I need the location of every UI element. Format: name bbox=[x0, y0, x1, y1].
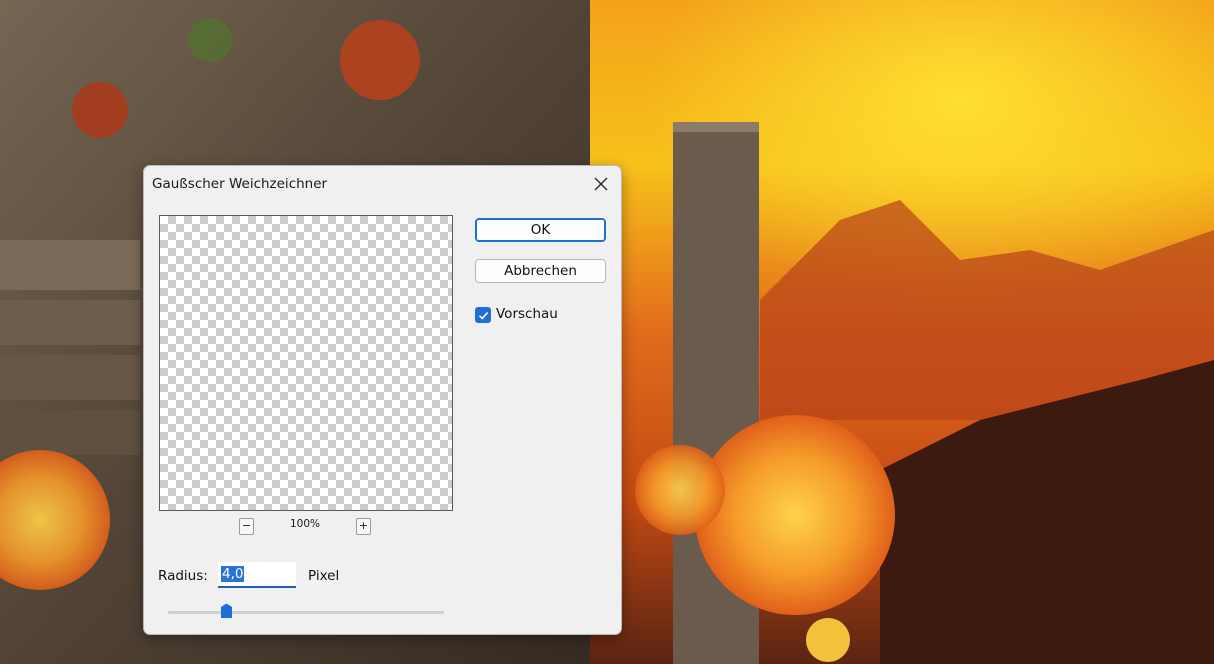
zoom-out-button[interactable]: − bbox=[239, 518, 254, 535]
close-icon bbox=[594, 177, 608, 191]
preview-label: Vorschau bbox=[496, 306, 558, 322]
radius-label: Radius: bbox=[158, 568, 208, 584]
dialog-title: Gaußscher Weichzeichner bbox=[152, 176, 328, 192]
radius-slider[interactable] bbox=[168, 611, 444, 614]
preview-canvas[interactable] bbox=[159, 215, 453, 511]
preview-checkbox[interactable] bbox=[475, 307, 491, 323]
ok-button[interactable]: OK bbox=[475, 218, 606, 242]
zoom-in-button[interactable]: + bbox=[356, 518, 371, 535]
radius-unit: Pixel bbox=[308, 568, 340, 584]
checkmark-icon bbox=[478, 311, 488, 320]
zoom-level: 100% bbox=[289, 518, 321, 530]
slider-thumb-icon[interactable] bbox=[220, 603, 233, 619]
cancel-button[interactable]: Abbrechen bbox=[475, 259, 606, 283]
gaussian-blur-dialog: Gaußscher Weichzeichner − 100% + OK Abbr… bbox=[143, 165, 622, 635]
close-button[interactable] bbox=[587, 170, 615, 198]
radius-value: 4,0 bbox=[221, 566, 245, 582]
radius-input[interactable]: 4,0 bbox=[218, 562, 296, 588]
